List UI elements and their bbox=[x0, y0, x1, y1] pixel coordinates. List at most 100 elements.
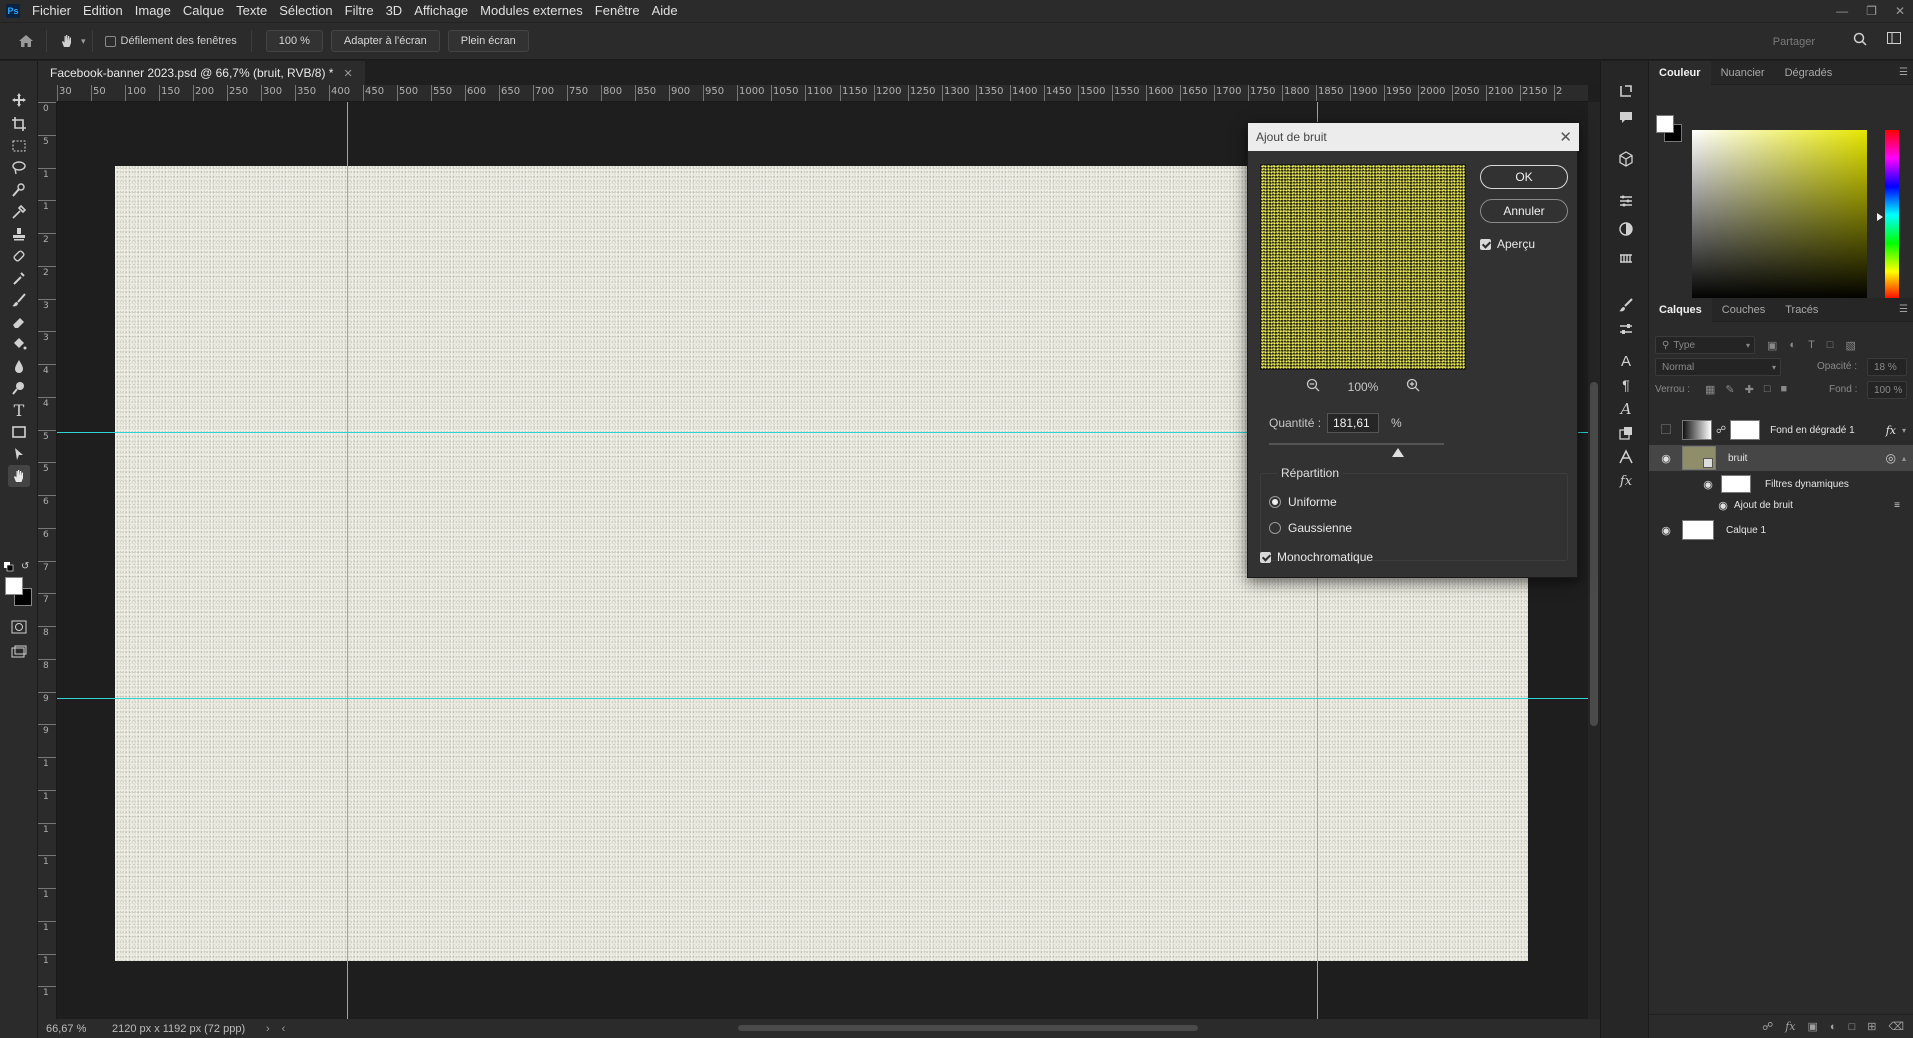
crop-tool-icon[interactable] bbox=[8, 113, 30, 135]
new-layer-icon[interactable]: ⊞ bbox=[1867, 1020, 1876, 1033]
lock-artboard-icon[interactable]: □ bbox=[1764, 383, 1771, 396]
layer-name[interactable]: Fond en dégradé 1 bbox=[1770, 425, 1855, 436]
screen-mode-icon[interactable] bbox=[8, 641, 30, 663]
new-group-icon[interactable]: □ bbox=[1849, 1021, 1856, 1033]
character-icon[interactable]: A bbox=[1616, 351, 1636, 371]
chain-icon[interactable]: ☍ bbox=[1716, 425, 1726, 436]
zoom-out-icon[interactable] bbox=[1306, 378, 1320, 395]
filter-smart-object-icon[interactable]: ▧ bbox=[1845, 339, 1855, 352]
layer-mask-thumbnail[interactable] bbox=[1730, 420, 1761, 440]
filter-adjustment-icon[interactable]: ◐ bbox=[1789, 339, 1796, 352]
vertical-scrollbar[interactable] bbox=[1588, 102, 1600, 1019]
lock-position-icon[interactable]: ✚ bbox=[1745, 383, 1754, 396]
brush-settings-icon[interactable] bbox=[1616, 295, 1636, 315]
libraries-icon[interactable] bbox=[1616, 247, 1636, 267]
properties-icon[interactable] bbox=[1616, 191, 1636, 211]
marquee-tool-icon[interactable] bbox=[8, 135, 30, 157]
document-tab[interactable]: Facebook-banner 2023.psd @ 66,7% (bruit,… bbox=[38, 61, 365, 85]
panel-menu-icon[interactable]: ☰ bbox=[1899, 304, 1908, 315]
workspace-icon[interactable] bbox=[1887, 32, 1901, 47]
minimize-icon[interactable]: — bbox=[1836, 4, 1848, 18]
close-icon[interactable]: ✕ bbox=[1895, 4, 1905, 18]
blur-tool-icon[interactable] bbox=[8, 355, 30, 377]
lock-transparency-icon[interactable]: ▦ bbox=[1705, 383, 1715, 396]
move-tool-icon[interactable] bbox=[8, 89, 30, 111]
visibility-icon[interactable]: ◉ bbox=[1716, 499, 1730, 512]
noise-preview[interactable] bbox=[1260, 164, 1466, 370]
menu-fenetre[interactable]: Fenêtre bbox=[589, 0, 646, 22]
paths-icon[interactable] bbox=[1616, 447, 1636, 467]
close-icon[interactable]: ✕ bbox=[1559, 128, 1572, 146]
fit-screen-button[interactable]: Adapter à l'écran bbox=[330, 30, 440, 52]
hue-slider[interactable] bbox=[1885, 130, 1899, 300]
lock-paint-icon[interactable]: ✎ bbox=[1725, 383, 1734, 396]
tab-calques[interactable]: Calques bbox=[1649, 297, 1712, 322]
delete-layer-icon[interactable]: ⌫ bbox=[1888, 1020, 1904, 1033]
horizontal-scrollbar[interactable] bbox=[318, 1023, 1608, 1033]
menu-texte[interactable]: Texte bbox=[230, 0, 273, 22]
filter-shape-icon[interactable]: □ bbox=[1827, 339, 1834, 352]
healing-brush-icon[interactable] bbox=[8, 245, 30, 267]
preview-checkbox[interactable]: Aperçu bbox=[1480, 237, 1535, 251]
chevron-up-icon[interactable]: ▴ bbox=[1902, 454, 1906, 463]
tab-traces[interactable]: Tracés bbox=[1775, 298, 1828, 322]
scroll-all-windows-checkbox[interactable]: Défilement des fenêtres bbox=[104, 35, 237, 47]
3d-cube-icon[interactable] bbox=[1616, 149, 1636, 169]
rectangle-tool-icon[interactable] bbox=[8, 421, 30, 443]
layer-row[interactable]: ◉ Calque 1 bbox=[1649, 517, 1913, 543]
eyedropper-tool-icon[interactable] bbox=[8, 201, 30, 223]
history-icon[interactable] bbox=[1616, 81, 1636, 101]
quantity-slider-track[interactable] bbox=[1269, 443, 1444, 445]
quick-mask-icon[interactable] bbox=[8, 616, 30, 638]
swap-colors-icon[interactable]: ↺ bbox=[21, 561, 29, 572]
hue-slider-arrow[interactable] bbox=[1877, 213, 1883, 221]
radio-button[interactable] bbox=[1269, 522, 1281, 534]
zoom-100-button[interactable]: 100 % bbox=[265, 30, 323, 52]
status-arrow-icon[interactable]: › bbox=[266, 1023, 270, 1035]
tool-presets-icon[interactable] bbox=[1616, 319, 1636, 339]
scroll-left-icon[interactable]: ‹ bbox=[282, 1023, 286, 1035]
radio-button[interactable] bbox=[1269, 496, 1281, 508]
color-picker-field[interactable] bbox=[1692, 130, 1867, 300]
fill-input[interactable]: 100 % bbox=[1867, 381, 1907, 399]
menu-image[interactable]: Image bbox=[129, 0, 177, 22]
zoom-in-icon[interactable] bbox=[1406, 378, 1420, 395]
quick-selection-tool-icon[interactable] bbox=[8, 179, 30, 201]
visibility-icon[interactable]: ◉ bbox=[1659, 524, 1673, 537]
horizontal-scroll-thumb[interactable] bbox=[738, 1025, 1198, 1031]
stamp-tool-icon[interactable] bbox=[8, 223, 30, 245]
quantity-slider-thumb[interactable] bbox=[1392, 448, 1404, 457]
visibility-icon[interactable]: ◉ bbox=[1701, 478, 1715, 491]
layer-filter-select[interactable]: ⚲ Type ▾ bbox=[1655, 336, 1755, 354]
gaussian-radio[interactable]: Gaussienne bbox=[1269, 521, 1352, 535]
cancel-button[interactable]: Annuler bbox=[1480, 199, 1568, 223]
tab-degrades[interactable]: Dégradés bbox=[1775, 61, 1843, 85]
filter-type-icon[interactable]: T bbox=[1808, 339, 1815, 352]
restore-icon[interactable]: ❐ bbox=[1866, 4, 1877, 18]
color-foreground-swatch[interactable] bbox=[1656, 115, 1674, 133]
guide-vertical[interactable] bbox=[347, 102, 348, 1019]
eraser-tool-icon[interactable] bbox=[8, 311, 30, 333]
visibility-off-icon[interactable] bbox=[1659, 423, 1673, 437]
smart-filter-icon[interactable]: ◎ bbox=[1886, 451, 1896, 465]
color-sampler-icon[interactable] bbox=[8, 267, 30, 289]
hand-tool-active-icon[interactable] bbox=[8, 465, 30, 487]
guide-horizontal[interactable] bbox=[57, 698, 1588, 699]
dialog-title-bar[interactable]: Ajout de bruit ✕ bbox=[1248, 123, 1579, 151]
checkbox-box[interactable] bbox=[104, 35, 116, 47]
smart-filters-row[interactable]: ◉ Filtres dynamiques bbox=[1649, 473, 1913, 495]
horizontal-ruler[interactable]: 30 50 100 150 200 250 300 350 400 450 500 550 600 650… bbox=[57, 85, 1588, 102]
layer-name[interactable]: Calque 1 bbox=[1726, 525, 1766, 536]
styles-fx-icon[interactable]: fx bbox=[1616, 471, 1636, 491]
vertical-ruler[interactable]: 0 5 1 1 2 2 3 3 4 4 5 5 6 6 7 7 8 8 9 9 1 1 1 1 1 1 1 1 bbox=[38, 102, 57, 1019]
menu-affichage[interactable]: Affichage bbox=[408, 0, 474, 22]
panel-menu-icon[interactable]: ☰ bbox=[1899, 67, 1908, 78]
menu-edition[interactable]: Edition bbox=[77, 0, 129, 22]
tab-nuancier[interactable]: Nuancier bbox=[1711, 61, 1775, 85]
menu-selection[interactable]: Sélection bbox=[273, 0, 338, 22]
add-layer-style-icon[interactable]: fx bbox=[1785, 1020, 1795, 1033]
share-button[interactable]: Partager bbox=[1763, 31, 1825, 53]
add-mask-icon[interactable]: ▣ bbox=[1808, 1020, 1818, 1033]
lasso-tool-icon[interactable] bbox=[8, 157, 30, 179]
filter-options-icon[interactable]: ≡ bbox=[1894, 500, 1900, 511]
